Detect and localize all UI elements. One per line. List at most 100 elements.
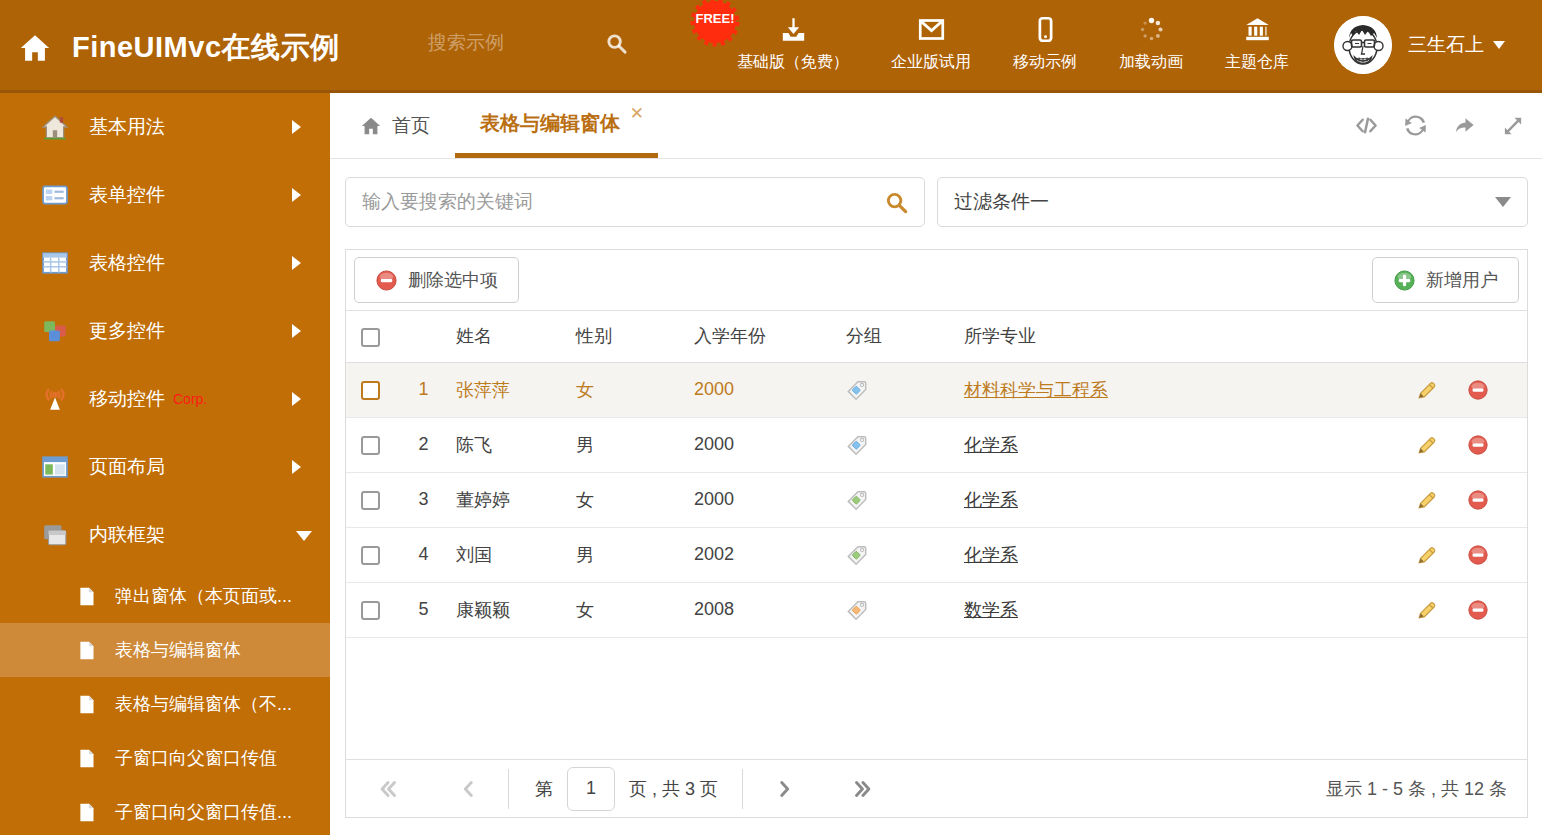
- mail-icon: [918, 16, 945, 43]
- nav-theme-repo[interactable]: 主题仓库: [1204, 16, 1310, 73]
- brand[interactable]: FineUIMvc在线示例: [18, 28, 340, 68]
- row-checkbox[interactable]: [361, 546, 380, 565]
- edit-icon[interactable]: [1416, 598, 1438, 620]
- row-name: 张萍萍: [456, 362, 576, 417]
- col-group: 分组: [846, 311, 964, 362]
- row-number: 2: [391, 417, 456, 472]
- divider: [742, 769, 743, 809]
- sidebar-item-iframe[interactable]: 内联框架: [0, 501, 330, 569]
- home-tab-icon: [360, 115, 382, 137]
- major-link[interactable]: 化学系: [964, 545, 1018, 565]
- row-checkbox[interactable]: [361, 601, 380, 620]
- table-icon: [42, 250, 68, 276]
- code-icon[interactable]: [1355, 114, 1378, 137]
- major-link[interactable]: 数学系: [964, 600, 1018, 620]
- search-placeholder: 输入要搜索的关键词: [362, 189, 533, 215]
- share-icon[interactable]: [1453, 114, 1476, 137]
- sidebar-item-label: 表单控件: [89, 182, 165, 208]
- col-gender: 性别: [576, 311, 694, 362]
- tab-home[interactable]: 首页: [360, 93, 430, 158]
- delete-button-label: 删除选中项: [408, 268, 498, 292]
- col-rownum: [391, 311, 456, 362]
- delete-icon[interactable]: [1467, 433, 1489, 455]
- user-menu[interactable]: 三生石上: [1334, 16, 1505, 74]
- edit-icon[interactable]: [1416, 488, 1438, 510]
- delete-icon[interactable]: [1467, 598, 1489, 620]
- sidebar-subitem-label: 表格与编辑窗体: [115, 638, 241, 662]
- form-icon: [42, 182, 68, 208]
- data-table: 姓名 性别 入学年份 分组 所学专业 1: [346, 311, 1527, 638]
- nav-loading-animation[interactable]: 加载动画: [1098, 16, 1204, 73]
- sidebar-subitem[interactable]: 子窗口向父窗口传值...: [0, 785, 330, 835]
- sidebar-item-basic-usage[interactable]: 基本用法: [0, 93, 330, 161]
- row-checkbox[interactable]: [361, 381, 380, 400]
- major-link[interactable]: 材料科学与工程系: [964, 380, 1108, 400]
- dropdown-value: 过滤条件一: [954, 189, 1049, 215]
- prev-page-icon[interactable]: [458, 778, 480, 800]
- avatar-face-icon: [1334, 16, 1392, 74]
- nav-enterprise-trial[interactable]: 企业版试用: [870, 16, 992, 73]
- row-checkbox[interactable]: [361, 491, 380, 510]
- divider: [508, 769, 509, 809]
- sidebar-item-more-controls[interactable]: 更多控件: [0, 297, 330, 365]
- row-name: 刘国: [456, 527, 576, 582]
- add-user-button[interactable]: 新增用户: [1372, 257, 1519, 303]
- expand-icon[interactable]: [1502, 114, 1525, 137]
- row-number: 4: [391, 527, 456, 582]
- delete-icon[interactable]: [1467, 488, 1489, 510]
- page-number-input[interactable]: [567, 767, 615, 811]
- row-checkbox[interactable]: [361, 436, 380, 455]
- last-page-icon[interactable]: [851, 778, 873, 800]
- first-page-icon[interactable]: [378, 778, 400, 800]
- close-icon[interactable]: ✕: [630, 105, 644, 122]
- sidebar-item-mobile-controls[interactable]: 移动控件 Corp.: [0, 365, 330, 433]
- cubes-icon: [42, 318, 68, 344]
- sidebar-subitem[interactable]: 表格与编辑窗体: [0, 623, 330, 677]
- tag-icon: [846, 543, 868, 563]
- sidebar-subitem-label: 表格与编辑窗体（不...: [115, 692, 292, 716]
- antenna-icon: [42, 386, 68, 412]
- sidebar-item-page-layout[interactable]: 页面布局: [0, 433, 330, 501]
- major-link[interactable]: 化学系: [964, 490, 1018, 510]
- major-link[interactable]: 化学系: [964, 435, 1018, 455]
- sidebar-item-label: 更多控件: [89, 318, 165, 344]
- keyword-search-input[interactable]: 输入要搜索的关键词: [345, 177, 925, 227]
- table-row[interactable]: 2 陈飞 男 2000 化学系: [346, 417, 1527, 472]
- row-gender: 男: [576, 527, 694, 582]
- sidebar-item-label: 页面布局: [89, 454, 165, 480]
- sidebar-item-form-controls[interactable]: 表单控件: [0, 161, 330, 229]
- search-icon[interactable]: [885, 191, 908, 214]
- delete-selected-button[interactable]: 删除选中项: [354, 257, 519, 303]
- edit-icon[interactable]: [1416, 433, 1438, 455]
- next-page-icon[interactable]: [773, 778, 795, 800]
- table-row[interactable]: 4 刘国 男 2002 化学系: [346, 527, 1527, 582]
- sidebar-subitem[interactable]: 表格与编辑窗体（不...: [0, 677, 330, 731]
- header-search-input[interactable]: 搜索示例: [428, 30, 628, 56]
- avatar[interactable]: [1334, 16, 1392, 74]
- select-all-checkbox[interactable]: [361, 328, 380, 347]
- home-icon: [18, 31, 52, 65]
- delete-icon[interactable]: [1467, 378, 1489, 400]
- grid-panel: 删除选中项 新增用户 姓名 性别: [345, 249, 1528, 818]
- row-gender: 女: [576, 582, 694, 637]
- search-icon[interactable]: [605, 32, 628, 55]
- table-row[interactable]: 5 康颖颖 女 2008 数学系: [346, 582, 1527, 637]
- delete-icon[interactable]: [1467, 543, 1489, 565]
- layout-icon: [42, 454, 68, 480]
- sidebar-item-grid-controls[interactable]: 表格控件: [0, 229, 330, 297]
- chevron-down-icon: [296, 531, 312, 549]
- tab-grid-edit-window[interactable]: 表格与编辑窗体 ✕: [455, 93, 658, 158]
- table-row[interactable]: 3 董婷婷 女 2000 化学系: [346, 472, 1527, 527]
- page-label-prefix: 第: [535, 777, 553, 801]
- table-row[interactable]: 1 张萍萍 女 2000 材料科学与工程系: [346, 362, 1527, 417]
- refresh-icon[interactable]: [1404, 114, 1427, 137]
- sidebar-subitem[interactable]: 子窗口向父窗口传值: [0, 731, 330, 785]
- nav-mobile-demo[interactable]: 移动示例: [992, 16, 1098, 73]
- edit-icon[interactable]: [1416, 543, 1438, 565]
- filter-dropdown[interactable]: 过滤条件一: [937, 177, 1528, 227]
- nav-basic-free[interactable]: 基础版（免费）: [716, 16, 870, 73]
- edit-icon[interactable]: [1416, 378, 1438, 400]
- sidebar-subitem[interactable]: 弹出窗体（本页面或...: [0, 569, 330, 623]
- file-icon: [76, 586, 97, 607]
- row-gender: 女: [576, 472, 694, 527]
